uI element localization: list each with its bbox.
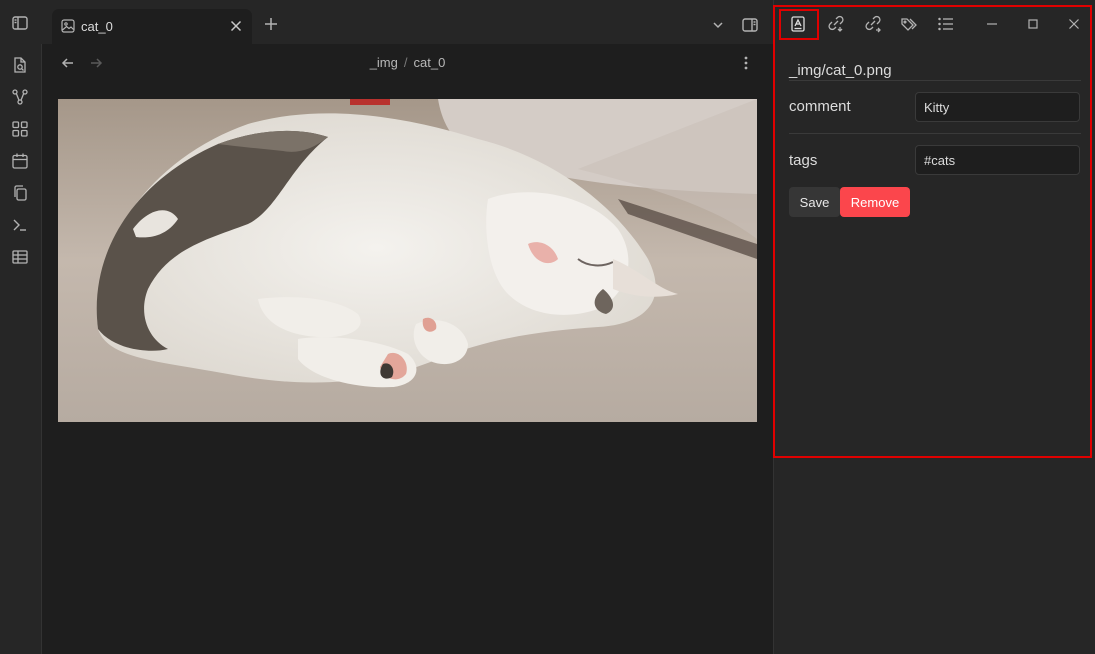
- terminal-icon[interactable]: [9, 214, 31, 236]
- breadcrumb-file[interactable]: cat_0: [414, 55, 446, 70]
- graph-icon[interactable]: [9, 86, 31, 108]
- image-icon: [61, 19, 75, 33]
- tab-list-chevron-down-icon[interactable]: [708, 15, 728, 35]
- close-tab-icon[interactable]: [228, 18, 244, 34]
- right-sidebar-toggle-icon[interactable]: [739, 14, 761, 36]
- breadcrumb-separator: /: [403, 55, 408, 70]
- file-search-icon[interactable]: [9, 54, 31, 76]
- highlight-box: [773, 5, 1092, 458]
- canvas-grid-icon[interactable]: [9, 118, 31, 140]
- left-ribbon: [0, 44, 42, 654]
- breadcrumb: _img / cat_0: [42, 55, 773, 70]
- table-icon[interactable]: [9, 246, 31, 268]
- calendar-icon[interactable]: [9, 150, 31, 172]
- cat-image: [58, 99, 757, 422]
- sidebar-toggle-icon[interactable]: [9, 12, 31, 34]
- more-options-icon[interactable]: [738, 54, 754, 72]
- copy-files-icon[interactable]: [9, 182, 31, 204]
- tab-cat-0[interactable]: cat_0: [52, 9, 252, 44]
- new-tab-icon[interactable]: [261, 14, 281, 34]
- highlight-box-tool: [779, 9, 819, 40]
- breadcrumb-folder[interactable]: _img: [370, 55, 398, 70]
- tab-title: cat_0: [81, 19, 113, 34]
